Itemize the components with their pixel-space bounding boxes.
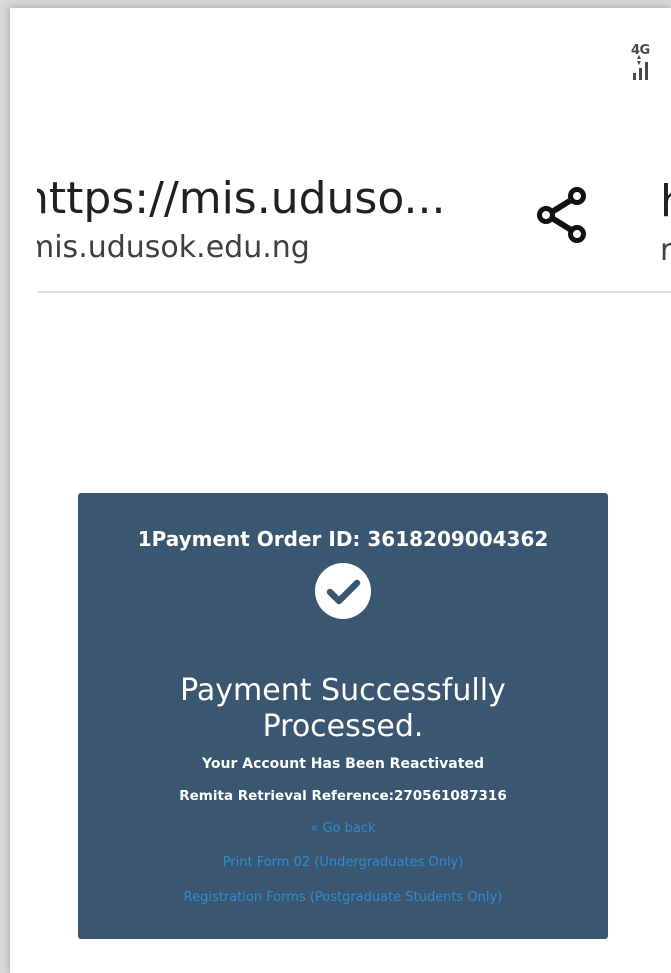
- success-title: Payment Successfully Processed.: [78, 673, 608, 745]
- share-icon: [537, 187, 586, 243]
- signal-bars-icon: [633, 55, 648, 80]
- success-title-line-1: Payment Successfully: [180, 673, 506, 708]
- next-item-title-partial: h: [660, 178, 671, 226]
- share-button[interactable]: [522, 176, 602, 256]
- account-reactivated-message: Your Account Has Been Reactivated: [202, 756, 484, 772]
- page-host: mis.udusok.edu.ng: [37, 230, 310, 265]
- browser-share-sheet: 4G https://mis.uduso... mis.udusok.edu.n…: [10, 8, 671, 973]
- payment-confirmation-card: 1Payment Order ID: 3618209004362 Payment…: [78, 493, 608, 939]
- next-item-host-partial: r: [660, 233, 671, 268]
- check-circle-icon: [315, 563, 371, 619]
- order-id: 1Payment Order ID: 3618209004362: [137, 527, 549, 551]
- go-back-link[interactable]: « Go back: [78, 820, 608, 838]
- registration-forms-link[interactable]: Registration Forms (Postgraduate Student…: [78, 889, 608, 907]
- print-form-02-link[interactable]: Print Form 02 (Undergraduates Only): [78, 854, 608, 872]
- page-url-title: https://mis.uduso...: [37, 173, 446, 224]
- remita-retrieval-reference: Remita Retrieval Reference:270561087316: [179, 788, 507, 804]
- network-status: 4G: [631, 44, 659, 84]
- success-title-line-2: Processed.: [262, 709, 424, 744]
- header-divider: [38, 291, 671, 293]
